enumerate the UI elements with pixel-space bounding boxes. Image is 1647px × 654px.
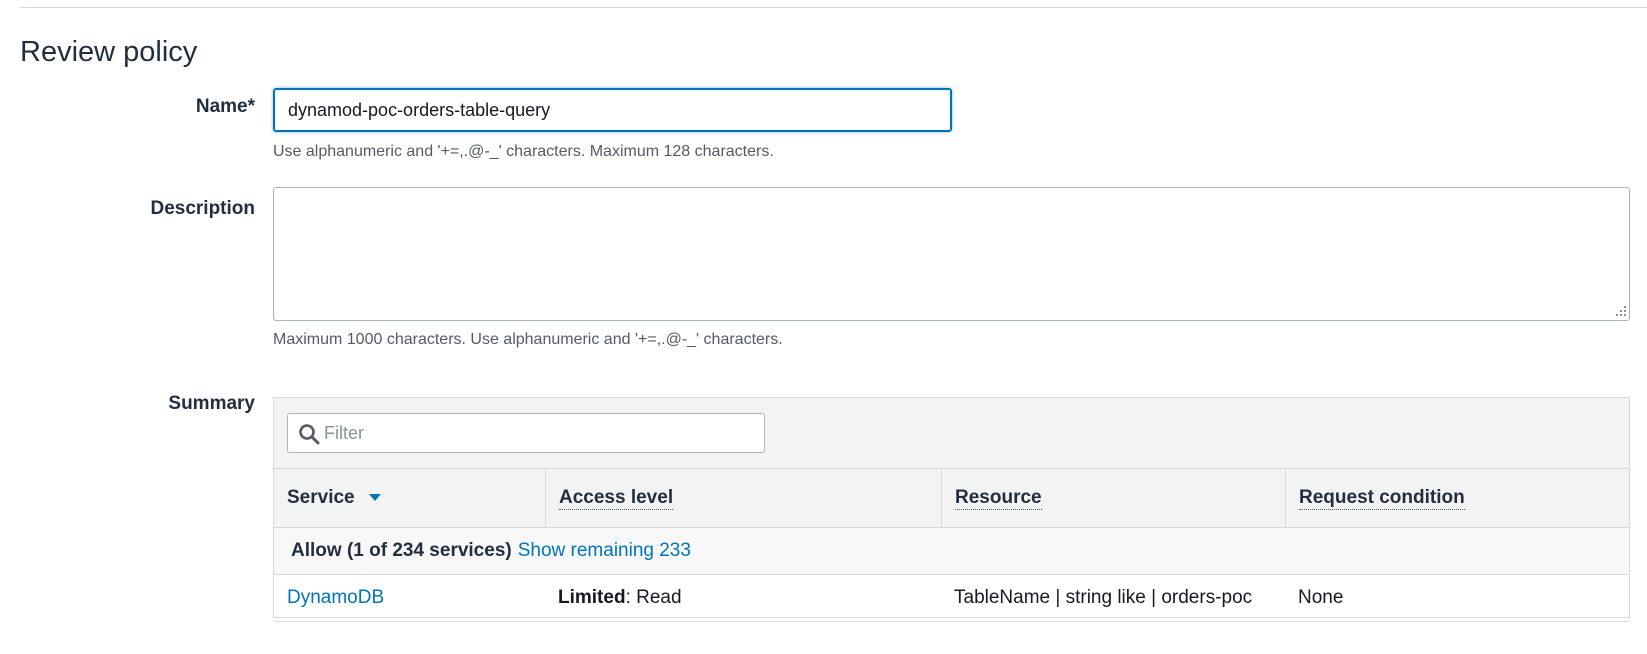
- sort-descending-icon[interactable]: [368, 494, 381, 502]
- filter-field[interactable]: [287, 413, 765, 453]
- column-header-resource-label: Resource: [955, 486, 1042, 510]
- name-label: Name*: [195, 96, 255, 117]
- column-header-service[interactable]: Service: [274, 469, 545, 527]
- filter-input[interactable]: [324, 414, 754, 452]
- show-remaining-link[interactable]: Show remaining 233: [518, 540, 691, 562]
- cell-access-level: Limited: Read: [545, 575, 682, 621]
- column-header-access-level[interactable]: Access level: [545, 469, 941, 527]
- cell-resource: TableName | string like | orders-poc: [954, 587, 1253, 608]
- filter-bar: [274, 398, 1629, 469]
- cell-request-condition: None: [1298, 587, 1344, 608]
- search-icon: [299, 424, 320, 445]
- column-header-request-condition-label: Request condition: [1299, 486, 1465, 510]
- policy-name-input[interactable]: [273, 88, 952, 132]
- group-row-allow: Allow (1 of 234 services) Show remaining…: [274, 528, 1629, 575]
- table-row: DynamoDB Limited: Read TableName | strin…: [274, 575, 1629, 622]
- page-title: Review policy: [20, 36, 198, 68]
- top-divider: [20, 7, 1647, 8]
- summary-label: Summary: [168, 393, 255, 414]
- cell-service: DynamoDB: [274, 575, 384, 621]
- column-header-resource[interactable]: Resource: [941, 469, 1285, 527]
- description-textarea[interactable]: [273, 187, 1630, 321]
- table-header: Service Access level Resource Request co…: [274, 469, 1629, 528]
- summary-table: Service Access level Resource Request co…: [273, 397, 1630, 622]
- name-hint: Use alphanumeric and '+=,.@-_' character…: [273, 143, 774, 160]
- access-level-strong: Limited: [558, 587, 626, 608]
- resize-handle-icon[interactable]: [1616, 306, 1627, 317]
- column-header-request-condition[interactable]: Request condition: [1285, 469, 1629, 527]
- group-title: Allow (1 of 234 services): [291, 540, 512, 561]
- service-link-dynamodb[interactable]: DynamoDB: [287, 587, 384, 609]
- access-level-rest: : Read: [625, 587, 682, 608]
- column-header-service-label: Service: [287, 487, 355, 508]
- column-header-access-level-label: Access level: [559, 486, 674, 510]
- description-label: Description: [150, 198, 255, 219]
- description-hint: Maximum 1000 characters. Use alphanumeri…: [273, 331, 783, 348]
